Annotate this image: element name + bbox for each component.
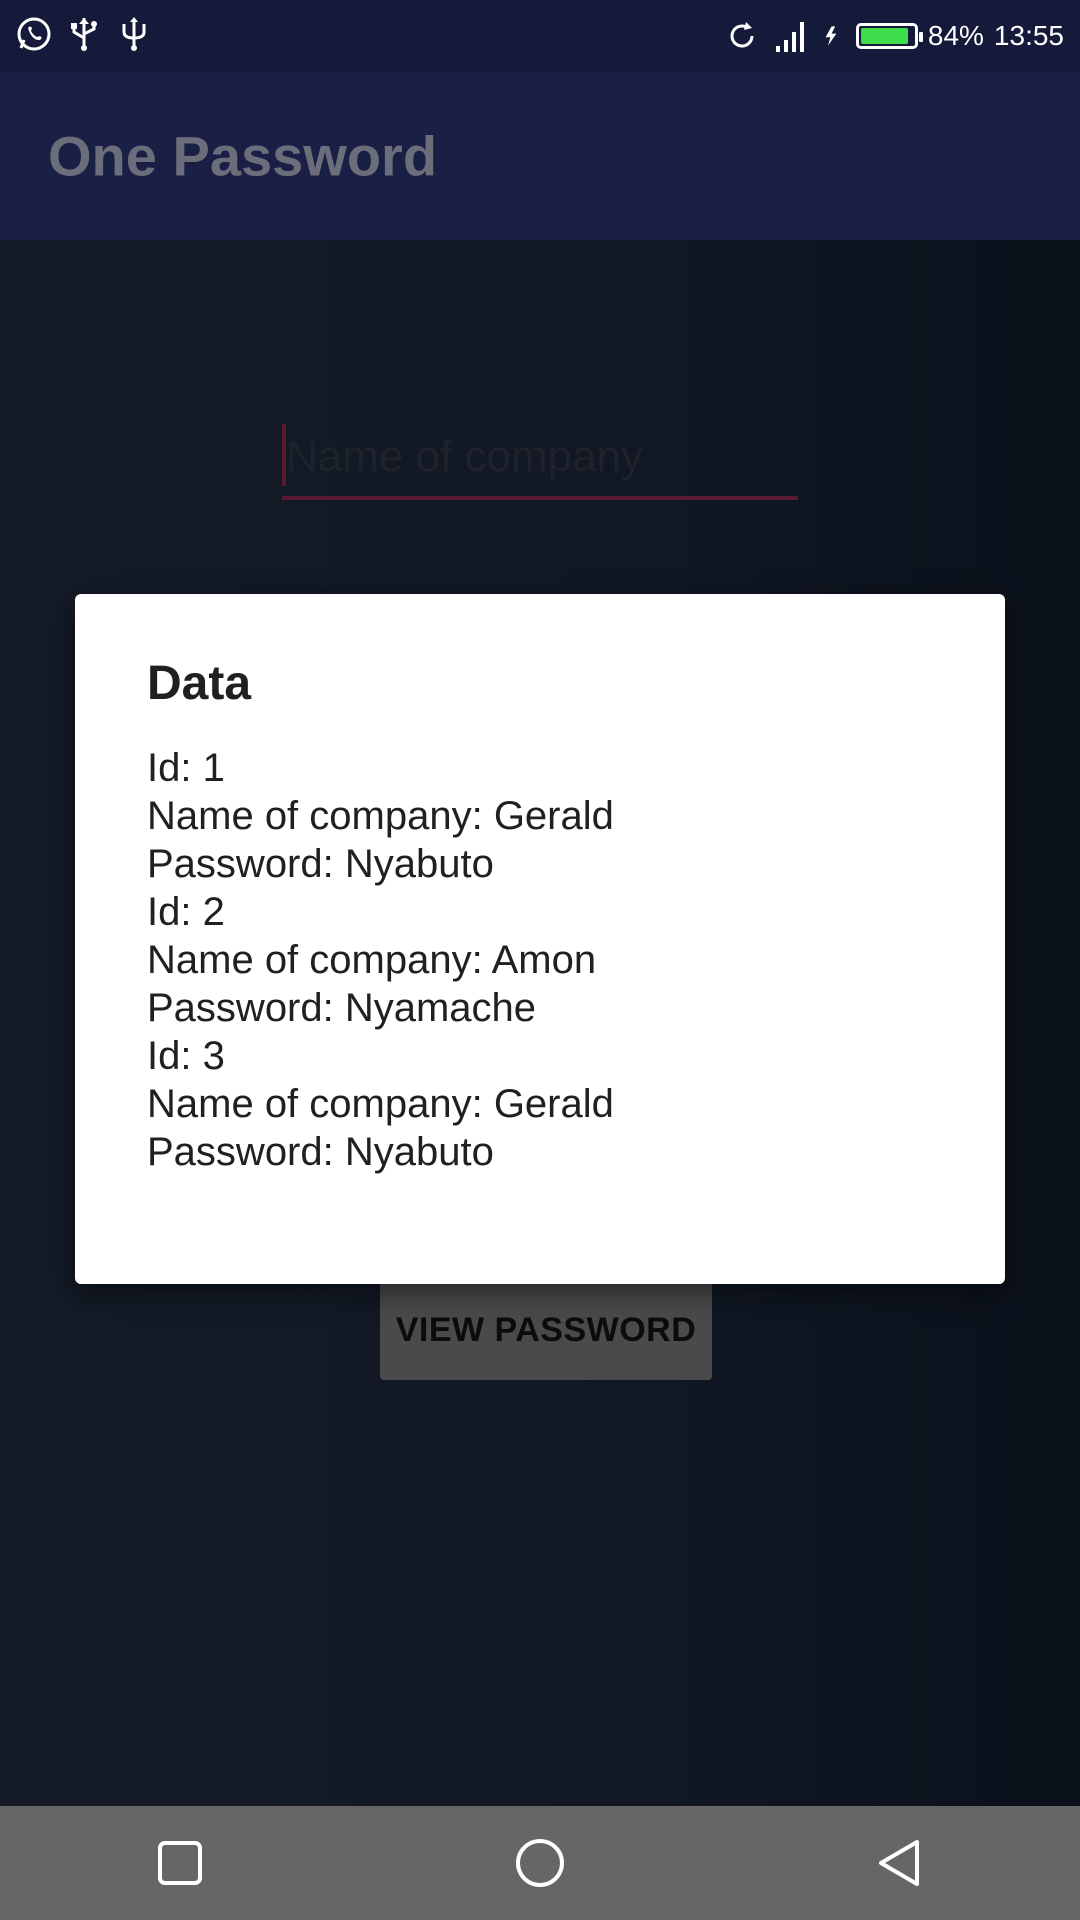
dialog-line: Id: 2 bbox=[147, 890, 225, 934]
back-icon bbox=[879, 1840, 919, 1886]
text-cursor bbox=[282, 424, 286, 486]
dialog-body: Id: 1 Name of company: Gerald Password: … bbox=[147, 744, 965, 1176]
whatsapp-icon bbox=[17, 17, 51, 51]
dialog-title: Data bbox=[147, 657, 252, 710]
system-status: 84% 13:55 bbox=[722, 0, 1064, 72]
usb-icon bbox=[122, 17, 146, 51]
usb-icon bbox=[71, 18, 97, 51]
dialog-line: Name of company: Gerald bbox=[147, 1082, 614, 1126]
home-button[interactable] bbox=[505, 1828, 575, 1898]
sync-icon bbox=[730, 22, 754, 48]
home-icon bbox=[516, 1839, 564, 1887]
battery-level bbox=[860, 28, 908, 44]
battery-percent: 84% bbox=[927, 20, 984, 51]
company-name-input[interactable] bbox=[282, 418, 798, 500]
status-bar: 84% 13:55 bbox=[0, 0, 1080, 72]
page-title: One Password bbox=[48, 124, 438, 188]
data-dialog: Data Id: 1 Name of company: Gerald Passw… bbox=[75, 594, 1005, 1284]
signal-icon bbox=[775, 22, 804, 52]
dialog-line: Name of company: Gerald bbox=[147, 794, 614, 838]
dialog-line: Password: Nyabuto bbox=[147, 842, 494, 886]
recents-button[interactable] bbox=[145, 1828, 215, 1898]
navigation-bar bbox=[0, 1806, 1080, 1920]
recents-icon bbox=[158, 1841, 202, 1885]
dialog-line: Password: Nyabuto bbox=[147, 1130, 494, 1174]
app-bar: One Password bbox=[0, 72, 1080, 240]
back-button[interactable] bbox=[865, 1828, 935, 1898]
clock: 13:55 bbox=[993, 20, 1064, 51]
dialog-line: Name of company: Amon bbox=[147, 938, 597, 982]
charging-icon bbox=[825, 26, 837, 46]
battery-icon bbox=[855, 23, 923, 49]
notification-icons bbox=[14, 14, 154, 54]
view-password-button[interactable]: VIEW PASSWORD bbox=[380, 1280, 712, 1380]
dialog-line: Id: 3 bbox=[147, 1034, 225, 1078]
dialog-line: Id: 1 bbox=[147, 746, 225, 790]
dialog-line: Password: Nyamache bbox=[147, 986, 537, 1030]
